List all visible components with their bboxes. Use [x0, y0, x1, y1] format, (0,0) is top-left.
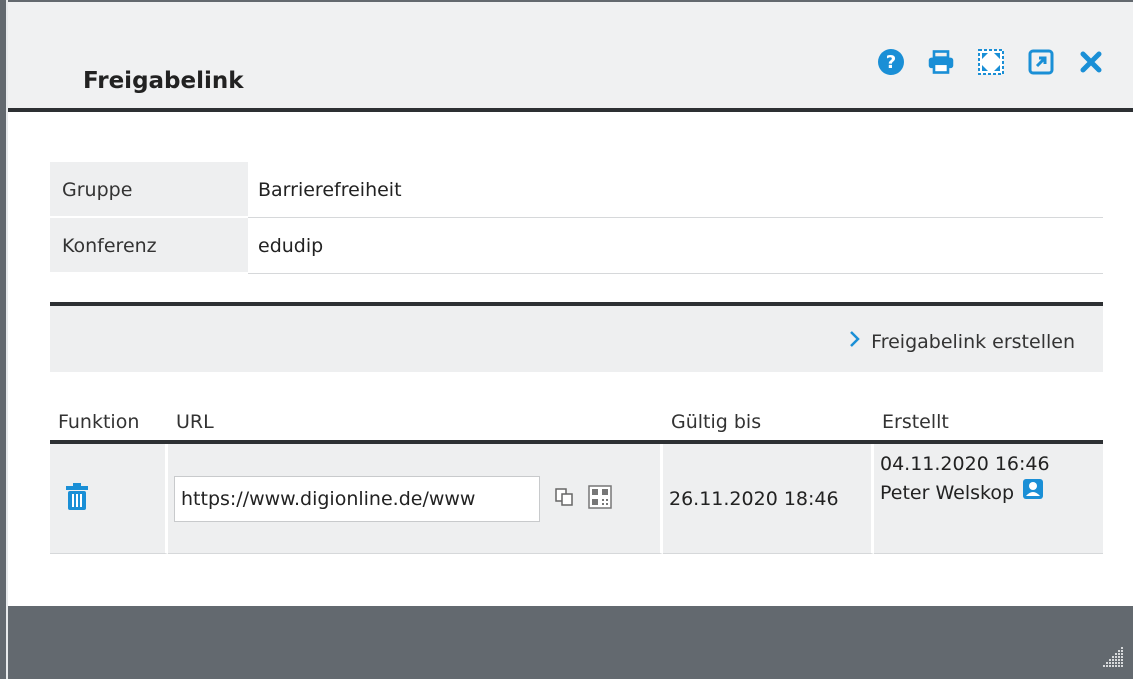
- action-bar: Freigabelink erstellen: [50, 306, 1103, 372]
- qr-code-icon[interactable]: [588, 484, 612, 513]
- creator: Peter Welskop: [880, 478, 1103, 508]
- header-gueltig-bis: Gültig bis: [671, 411, 762, 433]
- info-row-konferenz: Konferenz edudip: [50, 218, 1103, 274]
- info-table: Gruppe Barrierefreiheit Konferenz edudip: [50, 162, 1103, 274]
- share-links-table: Funktion URL Gültig bis Erstellt 26.11.2…: [50, 404, 1103, 554]
- chevron-right-icon: [849, 330, 861, 353]
- window-left-border: [0, 0, 8, 679]
- close-icon[interactable]: [1077, 48, 1105, 76]
- trash-icon[interactable]: [64, 482, 90, 516]
- help-icon[interactable]: ?: [877, 48, 905, 76]
- header-erstellt: Erstellt: [882, 411, 949, 433]
- created-cell: 04.11.2020 16:46 Peter Welskop: [874, 444, 1103, 554]
- header-funktion: Funktion: [58, 411, 140, 433]
- table-row: 26.11.2020 18:46 04.11.2020 16:46 Peter …: [50, 444, 1103, 554]
- copy-icon[interactable]: [554, 487, 574, 511]
- header-url: URL: [176, 411, 214, 433]
- info-key: Konferenz: [50, 218, 248, 274]
- user-profile-icon[interactable]: [1022, 478, 1044, 508]
- info-value: Barrierefreiheit: [248, 162, 1103, 218]
- title-toolbar: ?: [877, 48, 1105, 76]
- create-share-link-button[interactable]: Freigabelink erstellen: [849, 330, 1075, 353]
- creator-name: Peter Welskop: [880, 482, 1015, 504]
- share-url-field[interactable]: [174, 475, 540, 522]
- valid-until-cell: 26.11.2020 18:46: [663, 444, 874, 554]
- print-icon[interactable]: [927, 48, 955, 76]
- info-value: edudip: [248, 218, 1103, 274]
- maximize-icon[interactable]: [977, 48, 1005, 76]
- function-cell: [50, 444, 168, 554]
- url-cell: [168, 444, 663, 554]
- svg-text:?: ?: [886, 52, 896, 73]
- open-external-icon[interactable]: [1027, 48, 1055, 76]
- dialog-title-bar[interactable]: Freigabelink ?: [8, 2, 1133, 112]
- dialog-footer: [8, 606, 1133, 679]
- table-header: Funktion URL Gültig bis Erstellt: [50, 404, 1103, 444]
- resize-grip-icon[interactable]: [1099, 645, 1125, 675]
- dialog-title: Freigabelink: [83, 68, 244, 94]
- created-date: 04.11.2020 16:46: [880, 453, 1050, 475]
- create-share-link-label: Freigabelink erstellen: [871, 330, 1075, 353]
- info-row-gruppe: Gruppe Barrierefreiheit: [50, 162, 1103, 218]
- share-link-dialog: Freigabelink ? Gruppe Barrierefreiheit K…: [8, 0, 1133, 679]
- info-key: Gruppe: [50, 162, 248, 218]
